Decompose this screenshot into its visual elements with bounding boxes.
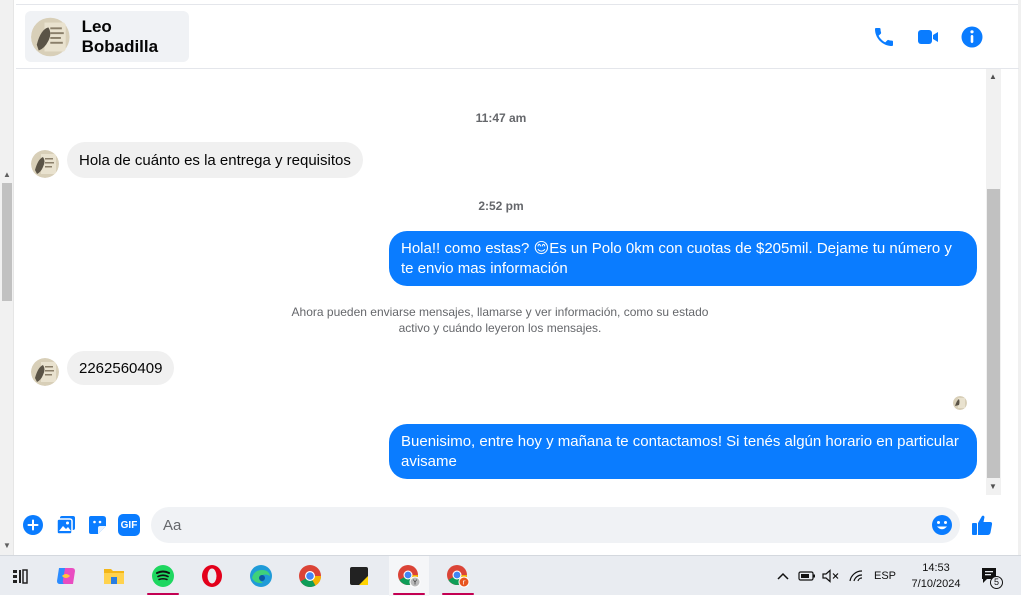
sticky-notes-icon	[350, 567, 368, 585]
svg-text:r: r	[463, 579, 466, 587]
system-notice: Ahora pueden enviarse mensajes, llamarse…	[291, 305, 709, 335]
volume-button[interactable]	[820, 556, 842, 596]
scroll-down-arrow[interactable]: ▼	[3, 541, 11, 550]
opera-button[interactable]	[192, 556, 232, 596]
message-input[interactable]	[163, 507, 923, 543]
task-view-icon	[13, 569, 28, 584]
chrome-profile-r-button[interactable]: r	[438, 556, 478, 596]
page-scrollbar[interactable]: ▲ ▼	[0, 0, 14, 555]
video-icon[interactable]	[916, 25, 940, 49]
chrome-icon	[299, 565, 321, 587]
chat-scrollbar[interactable]: ▲ ▼	[986, 69, 1001, 495]
smile-emoji-icon: 😊	[533, 240, 550, 257]
emoji-icon[interactable]	[931, 514, 953, 536]
outgoing-message[interactable]: Hola!! como estas? 😊Es un Polo 0km con c…	[389, 231, 977, 286]
contact-avatar-small[interactable]	[31, 150, 59, 178]
gif-icon[interactable]: GIF	[118, 514, 140, 536]
wifi-button[interactable]	[846, 556, 868, 596]
conversation-header: Leo Bobadilla	[16, 5, 1019, 69]
sticker-icon[interactable]	[86, 514, 108, 536]
message-timestamp: 11:47 am	[475, 111, 527, 125]
message-timestamp: 2:52 pm	[478, 199, 524, 213]
clock-date: 7/10/2024	[911, 578, 961, 590]
chat-scroll-down-arrow[interactable]: ▼	[989, 482, 997, 491]
volume-muted-icon	[822, 569, 839, 583]
message-text: Hola!! como estas?	[401, 240, 534, 257]
seen-indicator-avatar	[953, 396, 967, 410]
photo-icon[interactable]	[55, 514, 77, 536]
info-icon[interactable]	[960, 25, 984, 49]
incoming-message[interactable]: 2262560409	[67, 351, 175, 385]
battery-button[interactable]	[796, 556, 818, 596]
thumbs-up-icon[interactable]	[970, 513, 994, 537]
svg-text:Y: Y	[412, 579, 418, 587]
contact-name: Leo Bobadilla	[81, 16, 159, 56]
input-language-button[interactable]: ESP	[870, 556, 900, 596]
contact-avatar-small[interactable]	[31, 358, 59, 386]
page-scrollbar-thumb[interactable]	[2, 183, 12, 301]
tray-overflow-button[interactable]	[774, 556, 792, 596]
sticky-notes-button[interactable]	[339, 556, 379, 596]
chrome-profile-icon: r	[447, 565, 470, 588]
message-composer[interactable]	[151, 507, 960, 543]
notification-count-badge: 5	[990, 576, 1003, 589]
edge-button[interactable]	[241, 556, 281, 596]
windows-taskbar: Y r ESP 14:53 7/10/2024 5	[0, 555, 1021, 596]
copilot-icon	[57, 568, 75, 584]
chrome-profile-icon: Y	[398, 565, 421, 588]
spotify-icon	[152, 565, 174, 587]
scroll-up-arrow[interactable]: ▲	[3, 170, 11, 179]
incoming-message[interactable]: Hola de cuánto es la entrega y requisito…	[67, 142, 363, 178]
chat-scrollbar-thumb[interactable]	[987, 189, 1000, 478]
battery-icon	[798, 571, 815, 581]
opera-icon	[202, 565, 222, 587]
folder-icon	[104, 569, 124, 584]
outgoing-message[interactable]: Buenisimo, entre hoy y mañana te contact…	[389, 424, 977, 479]
clock-time: 14:53	[922, 562, 950, 574]
spotify-button[interactable]	[143, 556, 183, 596]
chrome-button[interactable]	[290, 556, 330, 596]
edge-icon	[250, 565, 272, 587]
plus-icon[interactable]	[22, 514, 44, 536]
contact-profile-button[interactable]: Leo Bobadilla	[25, 11, 189, 62]
task-view-button[interactable]	[0, 556, 40, 596]
notification-center-button[interactable]: 5	[976, 556, 1006, 596]
phone-icon[interactable]	[872, 25, 896, 49]
chrome-profile-y-button[interactable]: Y	[389, 556, 429, 596]
chevron-up-icon	[777, 572, 789, 580]
contact-avatar	[31, 17, 70, 56]
wifi-icon	[849, 570, 863, 582]
taskbar-clock[interactable]: 14:53 7/10/2024	[900, 560, 972, 592]
copilot-button[interactable]	[46, 556, 86, 596]
file-explorer-button[interactable]	[94, 556, 134, 596]
chat-scroll-up-arrow[interactable]: ▲	[989, 72, 997, 81]
